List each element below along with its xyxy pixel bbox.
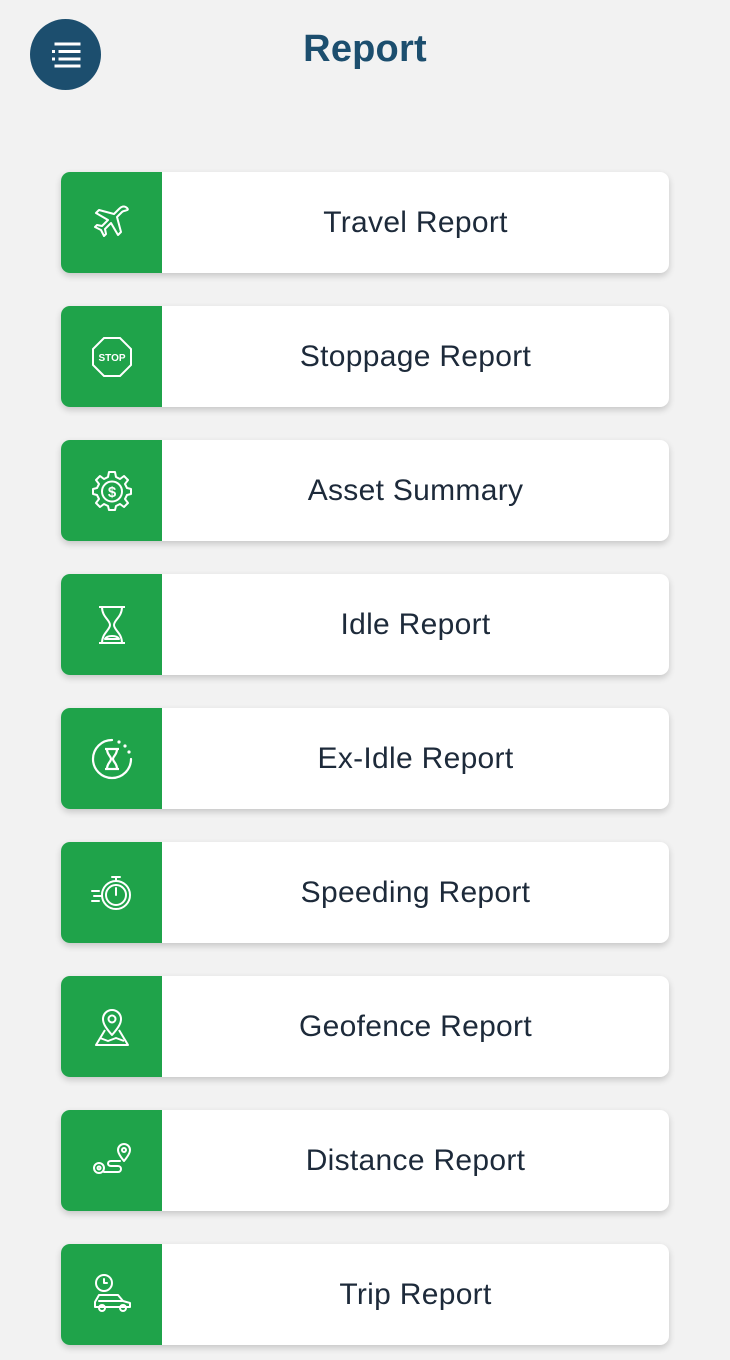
travel-report-button[interactable]: Travel Report — [61, 172, 669, 273]
card-label: Speeding Report — [300, 875, 531, 909]
app-header: Report — [0, 0, 730, 110]
card-label: Idle Report — [340, 607, 491, 641]
hourglass-circle-icon — [91, 738, 132, 779]
gear-dollar-icon: $ — [91, 470, 132, 511]
geofence-report-button[interactable]: Geofence Report — [61, 976, 669, 1077]
card-label: Travel Report — [323, 205, 508, 239]
report-list: Travel Report STOP Stoppage Report $ Ass… — [61, 172, 669, 1345]
distance-report-button[interactable]: Distance Report — [61, 1110, 669, 1211]
svg-text:STOP: STOP — [98, 353, 125, 364]
card-label: Ex-Idle Report — [317, 741, 514, 775]
card-icon-tile — [61, 1244, 162, 1345]
airplane-icon — [93, 204, 129, 237]
card-label: Geofence Report — [299, 1009, 532, 1043]
card-label: Distance Report — [305, 1143, 526, 1177]
card-icon-tile: $ — [61, 440, 162, 541]
trip-report-button[interactable]: Trip Report — [61, 1244, 669, 1345]
card-icon-tile — [61, 172, 162, 273]
route-icon — [92, 1142, 131, 1174]
card-label: Asset Summary — [307, 473, 524, 507]
card-icon-tile — [61, 574, 162, 675]
card-icon-tile: STOP — [61, 306, 162, 407]
map-pin-icon — [94, 1008, 129, 1046]
speed-stopwatch-icon — [90, 875, 131, 910]
card-label: Stoppage Report — [299, 339, 532, 373]
stop-sign-icon: STOP — [91, 336, 132, 377]
card-icon-tile — [61, 1110, 162, 1211]
hourglass-icon — [98, 605, 125, 644]
idle-report-button[interactable]: Idle Report — [61, 574, 669, 675]
svg-text:$: $ — [107, 484, 116, 501]
card-icon-tile — [61, 708, 162, 809]
stoppage-report-button[interactable]: STOP Stoppage Report — [61, 306, 669, 407]
card-icon-tile — [61, 842, 162, 943]
asset-summary-button[interactable]: $ Asset Summary — [61, 440, 669, 541]
speeding-report-button[interactable]: Speeding Report — [61, 842, 669, 943]
car-clock-icon — [93, 1273, 131, 1312]
card-icon-tile — [61, 976, 162, 1077]
ex-idle-report-button[interactable]: Ex-Idle Report — [61, 708, 669, 809]
card-label: Trip Report — [339, 1277, 492, 1311]
page-title: Report — [303, 28, 427, 70]
